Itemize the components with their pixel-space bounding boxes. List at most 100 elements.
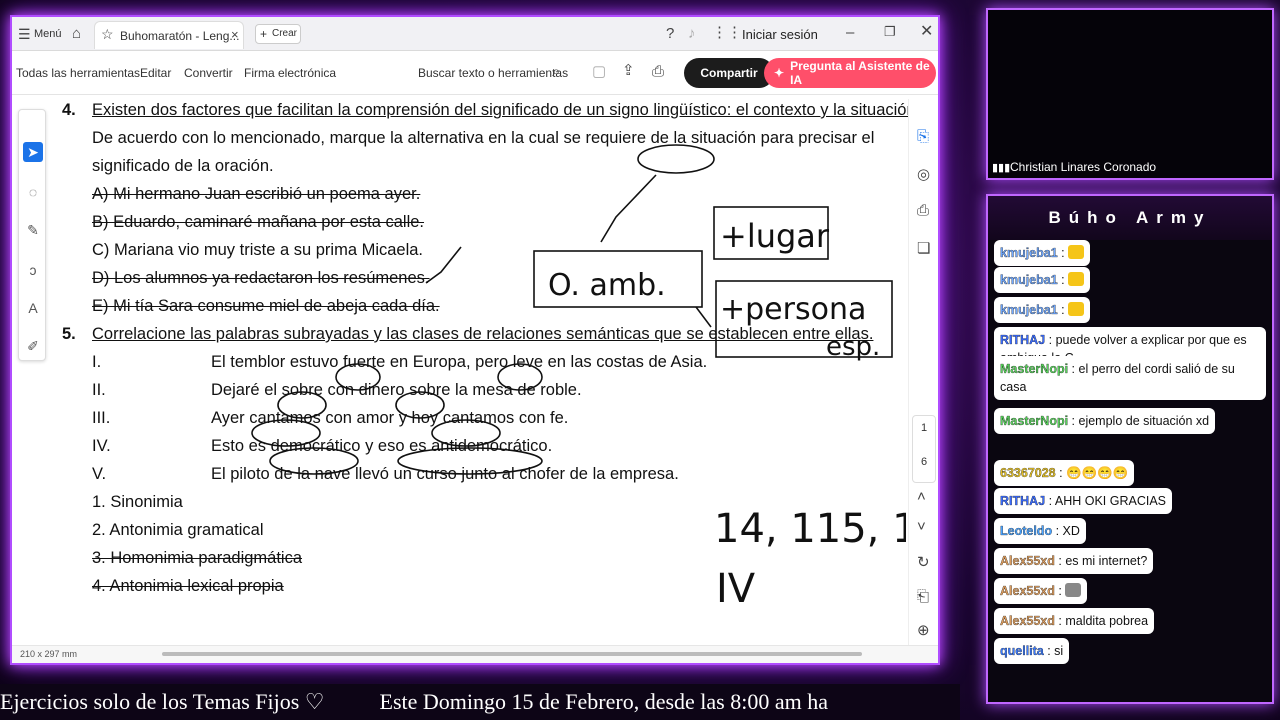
chat-message: Alex55xd : es mi internet? xyxy=(994,548,1154,574)
chevron-down-icon[interactable]: ˅ xyxy=(917,519,926,534)
chat-message: Alex55xd : xyxy=(994,578,1088,604)
chat-message: kmujeba1 : xyxy=(994,297,1091,323)
upload-icon[interactable]: ⇪ xyxy=(622,63,635,78)
chat-username[interactable]: RITHAJ xyxy=(1000,333,1045,347)
webcam-frame: ▮▮▮ Christian Linares Coronado xyxy=(986,8,1274,180)
connector-stroke xyxy=(695,306,712,328)
chat-username[interactable]: quellita xyxy=(1000,644,1044,658)
cat-emote-icon xyxy=(1065,583,1082,597)
search-tools-label[interactable]: Buscar texto o herramientas xyxy=(418,66,568,80)
arrow-to-box xyxy=(600,174,657,243)
stream-scene: ☰ Menú ⌂ ☆ Buhomaratón - Leng... × + Cre… xyxy=(0,0,1280,720)
chat-username[interactable]: 63367028 xyxy=(1000,466,1056,480)
chat-message: MasterNopi : el perro del cordi salió de… xyxy=(994,356,1266,400)
chat-username[interactable]: Alex55xd xyxy=(1000,584,1055,598)
new-tab-label: Crear xyxy=(272,28,298,39)
chat-username[interactable]: kmujeba1 xyxy=(1000,246,1058,260)
chat-username[interactable]: MasterNopi xyxy=(1000,414,1068,428)
chevron-up-icon[interactable]: ˄ xyxy=(917,489,926,504)
print-icon[interactable]: ⎙ xyxy=(652,64,664,79)
pdf-toolbar: Todas las herramientas Editar Convertir … xyxy=(12,51,938,95)
note-specific: esp. xyxy=(826,332,880,362)
chat-text: : xyxy=(1057,273,1069,287)
star-icon[interactable]: ☆ xyxy=(101,27,114,41)
circle-cantamos-1 xyxy=(251,419,321,447)
tool-sign[interactable]: Firma electrónica xyxy=(244,66,336,80)
ai-assistant-button[interactable]: ✦ Pregunta al Asistente de IA xyxy=(764,58,936,88)
owl-emote-icon xyxy=(1068,272,1085,286)
total-pages: 6 xyxy=(921,456,928,468)
note-answer: 14, 115, 1113, xyxy=(714,506,906,552)
home-icon[interactable]: ⌂ xyxy=(72,26,81,41)
signal-icon: ▮▮▮ xyxy=(992,162,1011,174)
text-box-icon[interactable]: A xyxy=(23,298,43,318)
current-page[interactable]: 1 xyxy=(921,422,927,434)
save-icon[interactable]: ▢ xyxy=(592,64,606,79)
comment-icon[interactable]: ◌ xyxy=(23,182,43,202)
chat-message: kmujeba1 : xyxy=(994,267,1091,293)
bell-icon[interactable]: ♪ xyxy=(688,26,696,41)
chat-panel: Búho Army kmujeba1 : kmujeba1 : kmujeba1… xyxy=(986,194,1274,704)
chat-username[interactable]: RITHAJ xyxy=(1000,494,1045,508)
horizontal-scrollbar[interactable] xyxy=(162,652,862,656)
zoom-in-icon[interactable]: ⊕ xyxy=(917,623,930,638)
close-window-icon[interactable]: ✕ xyxy=(920,24,933,40)
tool-convert[interactable]: Convertir xyxy=(184,66,233,80)
circle-leve xyxy=(497,363,543,391)
pdf-viewer-window: ☰ Menú ⌂ ☆ Buhomaratón - Leng... × + Cre… xyxy=(10,15,940,665)
chat-message: quellita : si xyxy=(994,638,1070,664)
circle-sobre-2 xyxy=(395,391,445,419)
restore-icon[interactable]: ❐ xyxy=(884,25,896,38)
tool-all[interactable]: Todas las herramientas xyxy=(16,66,140,80)
pen-icon[interactable]: ✎ xyxy=(23,220,43,240)
draw-icon[interactable]: ↄ xyxy=(23,260,43,280)
tab-title: Buhomaratón - Leng... xyxy=(120,29,240,43)
chat-text: : xyxy=(1057,246,1069,260)
extract-icon[interactable]: ⎗ xyxy=(917,589,929,604)
chat-message: Alex55xd : maldita pobrea xyxy=(994,608,1155,634)
signin-link[interactable]: Iniciar sesión xyxy=(742,27,818,42)
chat-text: : xyxy=(1057,303,1069,317)
ai-assistant-label: Pregunta al Asistente de IA xyxy=(790,59,930,87)
chat-text: : ejemplo de situación xd xyxy=(1068,414,1210,428)
rotate-icon[interactable]: ↻ xyxy=(917,555,930,570)
chat-username[interactable]: kmujeba1 xyxy=(1000,303,1058,317)
select-cursor-icon[interactable]: ➤ xyxy=(23,142,43,162)
chat-username[interactable]: MasterNopi xyxy=(1000,362,1068,376)
annotation-toolbar: ➤ ◌ ✎ ↄ A ✐ xyxy=(18,109,46,361)
new-tab-button[interactable]: + Crear xyxy=(255,24,301,44)
right-tools-rail: ⎘ ◎ ⎙ ❏ 1 6 ˄ ˅ ↻ ⎗ ⊕ ⊖ xyxy=(908,99,938,663)
ai-sparkle-icon: ✦ xyxy=(774,66,785,80)
status-footer: 210 x 297 mm xyxy=(12,645,938,663)
bookmark-icon[interactable]: ⎙ xyxy=(917,203,929,218)
close-tab-icon[interactable]: × xyxy=(231,28,239,41)
help-icon[interactable]: ? xyxy=(666,26,674,41)
chat-message: kmujeba1 : xyxy=(994,240,1091,266)
minimize-icon[interactable]: – xyxy=(846,25,854,40)
tool-edit[interactable]: Editar xyxy=(140,66,171,80)
chat-username[interactable]: Alex55xd xyxy=(1000,614,1055,628)
tab-document[interactable]: ☆ Buhomaratón - Leng... × xyxy=(94,21,244,49)
hamburger-icon[interactable]: ☰ xyxy=(18,27,31,41)
apps-grid-icon[interactable]: ⋮⋮ xyxy=(712,25,742,40)
ticker-bar: Ejercicios solo de los Temas Fijos ♡ Est… xyxy=(0,684,960,720)
circle-cantamos-2 xyxy=(431,419,501,447)
circle-antidemocratico xyxy=(397,447,543,475)
chat-username[interactable]: Leoteldo xyxy=(1000,524,1052,538)
ticker-text: Ejercicios solo de los Temas Fijos ♡ Est… xyxy=(0,689,828,714)
circle-situacion xyxy=(637,144,715,174)
note-answer-2: IV xyxy=(716,566,756,612)
chat-text: : es mi internet? xyxy=(1054,554,1148,568)
comment-panel-icon[interactable]: ◎ xyxy=(917,167,930,182)
edit-panel-icon[interactable]: ⎘ xyxy=(917,129,929,144)
page-size-label: 210 x 297 mm xyxy=(20,649,78,659)
menu-label[interactable]: Menú xyxy=(34,28,62,40)
chat-username[interactable]: kmujeba1 xyxy=(1000,273,1058,287)
owl-emote-icon xyxy=(1068,245,1085,259)
chat-text: : si xyxy=(1043,644,1064,658)
pages-icon[interactable]: ❏ xyxy=(917,241,930,256)
share-button[interactable]: Compartir xyxy=(684,58,774,88)
search-icon[interactable]: ⌕ xyxy=(552,64,560,79)
stamp-icon[interactable]: ✐ xyxy=(23,336,43,356)
chat-username[interactable]: Alex55xd xyxy=(1000,554,1055,568)
